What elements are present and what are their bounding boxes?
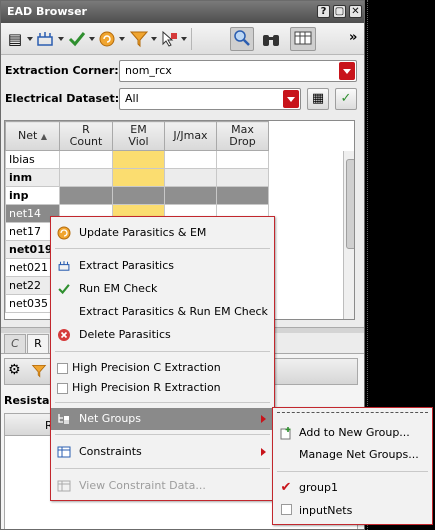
em-viol-cell xyxy=(112,168,165,187)
context-menu: Update Parasitics & EM Extract Parasitic… xyxy=(50,216,275,501)
chevron-down-icon[interactable] xyxy=(151,37,157,41)
filter-icon[interactable] xyxy=(129,29,149,49)
document-menu-icon[interactable]: ▤ xyxy=(5,29,25,49)
table-row[interactable]: inm xyxy=(5,168,269,187)
constraints-icon xyxy=(57,445,71,459)
menu-item-extract-and-run-em[interactable]: Extract Parasitics & Run EM Check xyxy=(51,301,274,323)
check-icon[interactable] xyxy=(67,29,87,49)
maximize-button[interactable]: ▢ xyxy=(333,5,346,18)
window-title: EAD Browser xyxy=(7,5,87,18)
checkbox-icon[interactable] xyxy=(57,363,68,374)
submenu-item-group1[interactable]: ✔ group1 xyxy=(273,477,432,499)
menu-item-extract-parasitics[interactable]: Extract Parasitics xyxy=(51,255,274,277)
column-header-r-count[interactable]: R Count xyxy=(59,121,113,151)
chevron-down-icon[interactable] xyxy=(119,37,125,41)
em-viol-cell xyxy=(112,186,165,205)
toolbar-overflow-button[interactable]: » xyxy=(349,30,357,45)
title-bar[interactable]: EAD Browser ? ▢ ✕ xyxy=(1,1,364,23)
menu-item-update-parasitics-em[interactable]: Update Parasitics & EM xyxy=(51,222,274,244)
net-cell: inm xyxy=(5,168,60,187)
menu-item-run-em-check[interactable]: Run EM Check xyxy=(51,278,274,300)
em-viol-cell xyxy=(112,150,165,169)
table-row[interactable]: inp xyxy=(5,186,269,205)
extraction-corner-label: Extraction Corner: xyxy=(5,64,119,77)
probe-icon[interactable] xyxy=(159,29,179,49)
chevron-down-icon[interactable] xyxy=(181,37,187,41)
submenu-arrow-icon xyxy=(261,448,266,456)
menu-item-net-groups[interactable]: Net Groups xyxy=(51,408,274,430)
menu-item-constraints[interactable]: Constraints xyxy=(51,441,274,463)
submenu-item-add-to-new-group[interactable]: Add to New Group... xyxy=(273,422,432,444)
electrical-dataset-value: All xyxy=(125,92,139,105)
column-header-j-jmax[interactable]: J/Jmax xyxy=(164,121,217,151)
resistor-section-label: Resistar xyxy=(4,394,55,407)
menu-item-high-precision-r[interactable]: High Precision R Extraction xyxy=(51,377,274,399)
submenu-item-manage-net-groups[interactable]: Manage Net Groups... xyxy=(273,444,432,466)
extraction-corner-select[interactable]: nom_rcx xyxy=(119,60,357,82)
submenu-item-inputnets[interactable]: inputNets xyxy=(273,500,432,522)
tab-c[interactable]: C xyxy=(4,334,26,354)
chevron-down-icon[interactable] xyxy=(283,90,299,108)
net-cell: inp xyxy=(5,186,60,205)
submenu-arrow-icon xyxy=(261,415,266,423)
chevron-down-icon[interactable] xyxy=(58,37,64,41)
table-icon[interactable] xyxy=(290,27,316,51)
update-icon xyxy=(57,226,71,240)
checkbox-icon[interactable] xyxy=(57,383,68,394)
electrical-dataset-select[interactable]: All xyxy=(119,88,301,110)
view-data-icon xyxy=(57,479,71,493)
add-group-icon xyxy=(279,426,293,440)
tab-r[interactable]: R xyxy=(27,334,49,354)
check-icon xyxy=(57,282,71,296)
help-button[interactable]: ? xyxy=(317,5,330,18)
scrollbar-thumb[interactable] xyxy=(346,159,354,249)
dataset-check-icon[interactable]: ✓ xyxy=(335,88,357,110)
toolbar: ▤ » xyxy=(1,23,364,55)
net-cell: Ibias xyxy=(5,150,60,169)
table-row[interactable]: Ibias xyxy=(5,150,269,169)
filter-icon[interactable] xyxy=(31,363,47,379)
net-groups-submenu: Add to New Group... Manage Net Groups...… xyxy=(272,407,433,525)
delete-icon xyxy=(57,328,71,342)
chevron-down-icon[interactable] xyxy=(27,37,33,41)
net-groups-icon xyxy=(57,412,71,426)
column-header-net[interactable]: Net ▲ xyxy=(5,121,60,151)
electrical-dataset-label: Electrical Dataset: xyxy=(5,92,120,105)
sort-ascending-icon: ▲ xyxy=(40,131,47,141)
settings-icon[interactable]: ⚙ xyxy=(8,362,21,378)
chevron-down-icon[interactable] xyxy=(339,62,355,80)
close-button[interactable]: ✕ xyxy=(349,5,362,18)
menu-item-view-constraint-data[interactable]: View Constraint Data... xyxy=(51,475,274,497)
refresh-icon[interactable] xyxy=(97,29,117,49)
column-header-em-viol[interactable]: EM Viol xyxy=(112,121,165,151)
extraction-corner-value: nom_rcx xyxy=(125,64,172,77)
zoom-icon[interactable] xyxy=(230,27,254,51)
extract-icon xyxy=(57,259,71,273)
column-header-max-drop[interactable]: Max Drop xyxy=(216,121,269,151)
checkmark-icon[interactable]: ✔ xyxy=(279,481,293,495)
chevron-down-icon[interactable] xyxy=(89,37,95,41)
menu-item-delete-parasitics[interactable]: Delete Parasitics xyxy=(51,324,274,346)
dataset-settings-icon[interactable]: ▦ xyxy=(307,88,329,110)
menu-item-high-precision-c[interactable]: High Precision C Extraction xyxy=(51,357,274,379)
checkbox-icon xyxy=(280,504,292,515)
extract-icon[interactable] xyxy=(35,29,55,49)
tear-off-line[interactable] xyxy=(277,412,428,413)
binoculars-icon[interactable] xyxy=(261,29,281,49)
table-scrollbar[interactable] xyxy=(343,151,354,319)
